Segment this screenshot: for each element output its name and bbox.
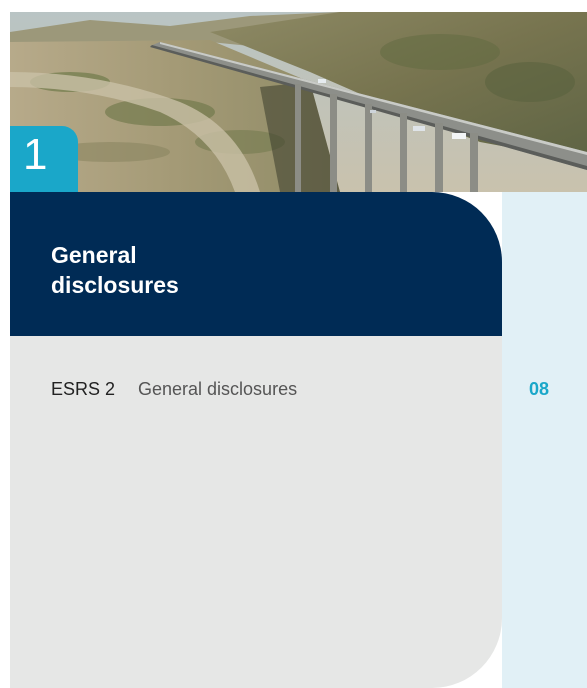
section-title-line-1: General <box>51 242 137 268</box>
toc-entry-title: General disclosures <box>138 379 298 399</box>
page-number-column <box>502 192 587 688</box>
toc-entry-code: ESRS 2 <box>51 379 116 399</box>
toc-entry-page-number: 08 <box>529 379 550 399</box>
toc-entry[interactable]: ESRS 2 General disclosures 08 <box>51 377 561 401</box>
report-contents-page: 1 General disclosures ESRS 2 General dis… <box>0 0 587 688</box>
chapter-number: 1 <box>23 130 48 179</box>
section-title: General disclosures <box>51 240 351 300</box>
hero-photo <box>10 12 587 192</box>
section-title-line-2: disclosures <box>51 272 179 298</box>
